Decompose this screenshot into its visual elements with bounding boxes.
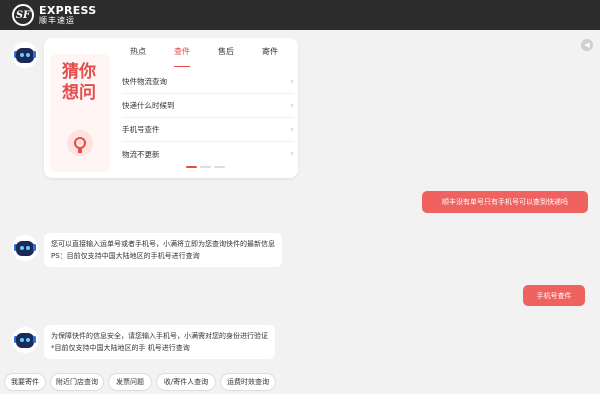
faq-item-label: 快件物流查询 [122,77,167,86]
faq-item-label: 手机号查件 [122,125,160,134]
tab-send[interactable]: 寄件 [262,44,278,64]
chevron-right-icon: › [290,124,294,135]
faq-banner: 猜你想问 [50,54,110,172]
brand-name-cn: 顺丰速运 [39,16,75,25]
faq-item[interactable]: 快递什么时候到 › [122,94,294,118]
carousel-dot[interactable] [200,166,211,168]
bot-message-line: PS：目前仅支持中国大陆地区的手机号进行查询 [51,252,200,260]
bot-message-line: 您可以直接输入运单号或者手机号，小满将立即为您查询快件的最新信息 [51,240,275,248]
bot-message-line: 为保障快件的信息安全，请您输入手机号，小满需对您的身份进行验证 [51,332,268,340]
carousel-dot[interactable] [214,166,225,168]
brand-name-en: EXPRESS [39,4,97,17]
quick-reply-sender-receiver[interactable]: 收/寄件人查询 [156,373,216,391]
chevron-right-icon: › [290,100,294,111]
tab-hot[interactable]: 热点 [130,44,146,64]
sf-logo-icon: SF [12,4,34,26]
lightbulb-icon [67,130,93,156]
chevron-right-icon: › [290,76,294,87]
chevron-right-icon: › [290,149,294,159]
app-header: SF EXPRESS 顺丰速运 [0,0,600,30]
bot-message: 您可以直接输入运单号或者手机号，小满将立即为您查询快件的最新信息 PS：目前仅支… [44,233,282,267]
faq-tabs: 热点 查件 售后 寄件 [116,44,292,67]
quick-reply-fee-time[interactable]: 运费时效查询 [220,373,276,391]
user-message: 手机号查件 [523,285,585,306]
speaker-mute-icon[interactable]: ◀ [581,39,593,51]
carousel-dots[interactable] [186,166,225,168]
quick-reply-nearby-store[interactable]: 附近门店查询 [50,373,104,391]
faq-card: 猜你想问 热点 查件 售后 寄件 快件物流查询 › 快递什么时候到 › 手机号查… [44,38,298,178]
carousel-dot[interactable] [186,166,197,168]
user-message: 顺丰没有单号只有手机号可以查到快递吗 [422,191,588,213]
faq-banner-title: 猜你想问 [62,62,96,103]
brand-logo-text: EXPRESS 顺丰速运 [39,5,97,25]
bot-avatar [12,235,38,261]
quick-reply-send[interactable]: 我要寄件 [4,373,46,391]
quick-reply-bar: 我要寄件 附近门店查询 发票问题 收/寄件人查询 运费时效查询 [0,370,600,394]
bot-message-line: *目前仅支持中国大陆地区的手 机号进行查询 [51,344,190,352]
tab-track[interactable]: 查件 [174,44,190,67]
tab-after-sales[interactable]: 售后 [218,44,234,64]
faq-item[interactable]: 物流不更新 › [122,142,294,166]
faq-item-label: 物流不更新 [122,149,160,159]
quick-reply-invoice[interactable]: 发票问题 [108,373,152,391]
faq-item-label: 快递什么时候到 [122,101,175,110]
bot-avatar [12,327,38,353]
faq-item[interactable]: 快件物流查询 › [122,70,294,94]
faq-item[interactable]: 手机号查件 › [122,118,294,142]
bot-message: 为保障快件的信息安全，请您输入手机号，小满需对您的身份进行验证 *目前仅支持中国… [44,325,275,359]
bot-avatar [12,42,38,68]
